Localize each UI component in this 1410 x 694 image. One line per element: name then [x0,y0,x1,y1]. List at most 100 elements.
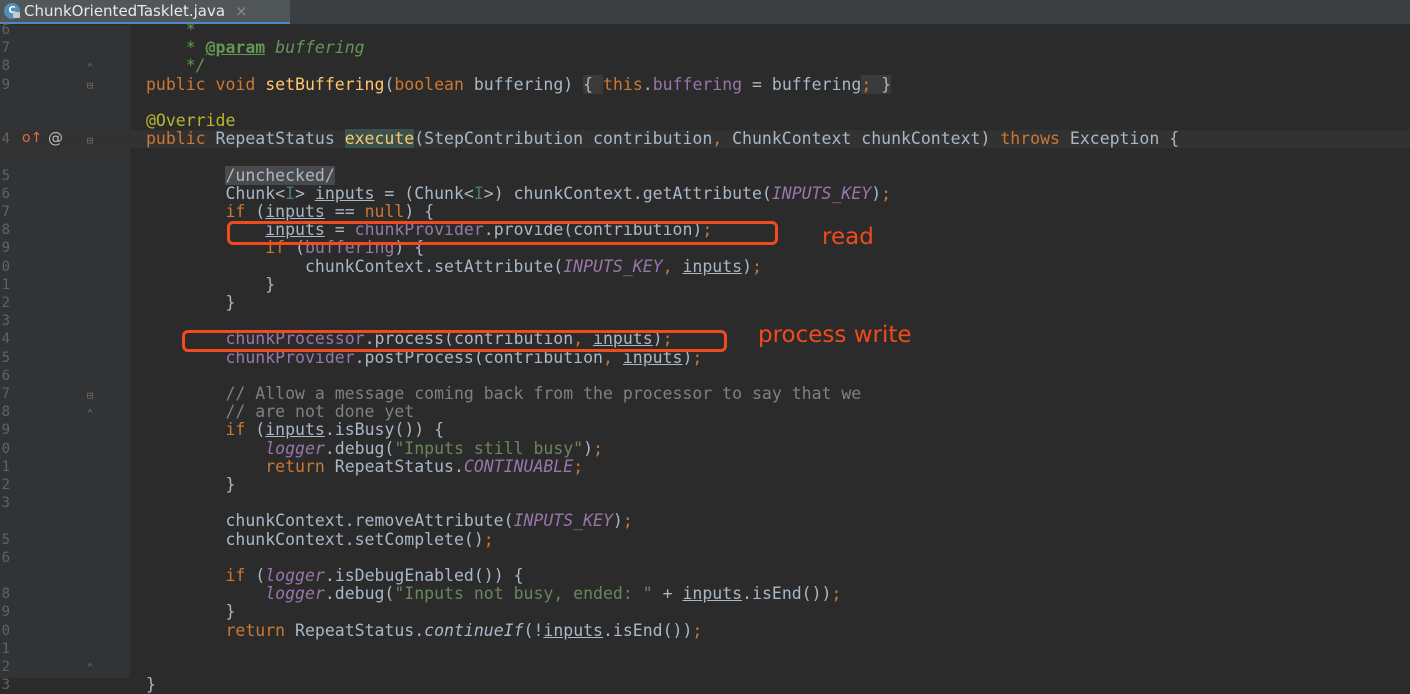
code-line[interactable]: 6 [0,367,1410,385]
code-token: * [146,38,206,58]
code-token: logger [265,566,325,585]
code-token: .isEnd()) [742,584,832,604]
code-line[interactable]: 8 logger.debug("Inputs not busy, ended: … [0,585,1410,603]
annotation-icon[interactable]: @ [48,129,63,147]
line-number: 5 [1,349,10,366]
code-line[interactable] [0,94,1410,112]
code-token: Chunk< [146,183,286,203]
code-line[interactable]: chunkContext.removeAttribute(INPUTS_KEY)… [0,512,1410,530]
code-token: if [225,420,256,440]
code-line[interactable]: 2 } [0,294,1410,312]
code-line[interactable]: 2 } [0,476,1410,494]
code-text: return RepeatStatus.CONTINUABLE; [146,456,583,476]
code-token: throws [1000,129,1070,149]
code-line[interactable]: @Override [0,112,1410,130]
code-line[interactable] [0,148,1410,166]
read-annotation: read [822,224,874,250]
code-token: RepeatStatus [215,129,345,149]
code-token: ( [255,420,266,440]
code-line[interactable]: 9 public void setBuffering(boolean buffer… [0,74,1410,94]
fold-marker-icon[interactable]: ⌃ [84,662,96,674]
fold-marker-icon[interactable]: ⊟ [84,135,96,147]
code-line[interactable]: 1 [0,640,1410,658]
process-write-annotation: process write [758,322,912,348]
line-number: 3 [1,677,10,694]
code-token: . [642,74,653,94]
line-number: 2 [1,659,10,675]
close-tab-icon[interactable]: × [235,2,248,20]
code-token: .isBusy()) { [324,420,445,440]
code-token: ; [622,511,633,531]
code-token: RepeatStatus. [295,620,425,640]
code-token: logger [265,438,325,458]
code-line[interactable]: 5 chunkContext.setComplete(); [0,530,1410,549]
code-line[interactable]: 5 /unchecked/ [0,165,1410,185]
line-number: 6 [1,185,10,202]
code-token: ; [692,620,703,640]
fold-marker-icon[interactable]: ⊟ [84,80,96,92]
code-text: } [146,476,235,494]
code-token: ( [255,566,266,585]
code-token: inputs [543,620,603,640]
code-token: } [146,675,156,694]
fold-marker-icon[interactable]: ⊟ [84,390,96,402]
override-icon[interactable]: o↑ [22,130,42,146]
code-line[interactable]: 3 [0,494,1410,512]
code-token: void [215,74,266,94]
code-text: logger.debug("Inputs not busy, ended: " … [146,585,841,603]
read-highlight-box [227,221,778,245]
code-line[interactable]: 0 chunkContext.setAttribute(INPUTS_KEY, … [0,256,1410,276]
code-token: ) [583,438,594,458]
code-line[interactable]: 1 return RepeatStatus.CONTINUABLE; [0,456,1410,476]
line-number: 8 [1,58,10,75]
code-token: (! [523,620,544,640]
code-token: this [603,74,643,94]
code-line[interactable]: 3} [0,676,1410,694]
code-token: ) [742,256,752,276]
line-number: 9 [1,422,10,439]
fold-marker-icon[interactable]: ⌃ [84,62,96,74]
code-line[interactable]: 9 if (inputs.isBusy()) { [0,421,1410,439]
code-token: , [662,256,683,276]
code-token: buffering [652,74,743,94]
line-number: 6 [1,367,10,384]
code-line[interactable]: 0 logger.debug("Inputs still busy"); [0,438,1410,458]
code-text: // Allow a message coming back from the … [146,385,861,403]
code-line[interactable]: 8 */ [0,57,1410,75]
line-number: 8 [1,222,10,239]
code-line[interactable]: 7 // Allow a message coming back from th… [0,385,1410,403]
code-line[interactable]: if (logger.isDebugEnabled()) { [0,567,1410,585]
code-token: = (Chunk< [374,183,474,203]
code-line[interactable]: 8 // are not done yet [0,403,1410,421]
code-line[interactable]: 6 [0,549,1410,567]
line-number: 2 [1,477,10,493]
fold-marker-icon[interactable]: ⌃ [84,408,96,420]
code-text: chunkContext.removeAttribute(INPUTS_KEY)… [146,511,633,531]
code-line[interactable]: 7 if (inputs == null) { [0,203,1410,221]
code-token: inputs [265,420,325,440]
code-text: } [146,603,235,621]
code-line[interactable]: 2 [0,658,1410,676]
code-line[interactable]: 3 [0,312,1410,330]
code-line[interactable]: 9 } [0,603,1410,621]
line-number: 1 [1,276,10,293]
code-line[interactable]: 4 public RepeatStatus execute(StepContrib… [0,129,1410,149]
code-token: } [146,293,236,312]
code-line[interactable]: 0 return RepeatStatus.continueIf(!inputs… [0,620,1410,640]
code-line[interactable]: 1 } [0,275,1410,294]
code-line[interactable]: 6 Chunk<I> inputs = (Chunk<I>) chunkCont… [0,183,1410,203]
lock-icon [13,12,20,18]
code-token: null [364,202,405,221]
code-token: } [146,602,236,622]
code-text: } [146,294,235,312]
code-token: setBuffering [265,74,385,94]
code-line[interactable]: 6 * [0,21,1410,39]
code-text: if (inputs.isBusy()) { [146,421,444,439]
code-token: Exception { [1069,129,1180,149]
code-line[interactable]: 7 * @param buffering [0,39,1410,57]
code-text: chunkContext.setAttribute(INPUTS_KEY, in… [146,256,762,276]
code-token: RepeatStatus. [334,456,464,476]
code-text: * [146,21,196,39]
